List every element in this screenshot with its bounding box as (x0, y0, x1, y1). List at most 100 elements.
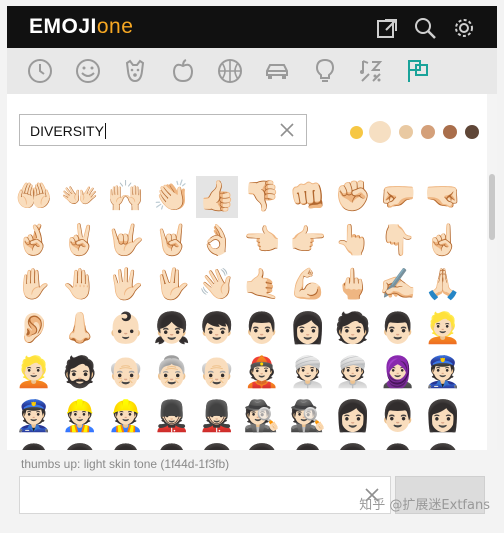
emoji-cell[interactable]: 👲🏻 (241, 352, 283, 394)
emoji-cell[interactable]: 👩🏻 (241, 440, 283, 451)
emoji-cell[interactable]: 🤘🏻 (151, 220, 193, 262)
emoji-cell[interactable]: 👴🏻 (105, 352, 147, 394)
emoji-cell[interactable]: 👱🏻 (422, 308, 464, 350)
emoji-cell[interactable]: 🤟🏻 (105, 220, 147, 262)
emoji-cell[interactable]: 👋🏻 (196, 264, 238, 306)
emoji-cell[interactable]: ✊🏻 (332, 176, 374, 218)
emoji-cell[interactable]: 👉🏻 (287, 220, 329, 262)
emoji-cell[interactable]: 👨🏻 (377, 396, 419, 438)
emoji-cell[interactable]: 🕵🏻 (241, 396, 283, 438)
emoji-cell[interactable]: 🧔🏻 (59, 352, 101, 394)
emoji-cell[interactable]: ✋🏻 (13, 264, 55, 306)
output-field[interactable] (19, 476, 391, 514)
smiley-icon[interactable] (74, 57, 102, 85)
header-bar: EMOJIone (7, 6, 497, 48)
emoji-cell[interactable]: 👨🏻 (287, 440, 329, 451)
emoji-cell[interactable]: 🤞🏻 (13, 220, 55, 262)
emoji-cell[interactable]: ✍🏻 (377, 264, 419, 306)
emoji-cell[interactable]: 🙏🏻 (422, 264, 464, 306)
emoji-cell[interactable]: 👊🏻 (287, 176, 329, 218)
emoji-cell[interactable]: 👌🏻 (196, 220, 238, 262)
emoji-cell[interactable]: 👩🏻 (332, 396, 374, 438)
emoji-cell[interactable]: 👇🏻 (377, 220, 419, 262)
emoji-cell[interactable]: 🤙🏻 (241, 264, 283, 306)
emoji-cell[interactable]: ✌🏻 (59, 220, 101, 262)
search-icon[interactable] (413, 16, 437, 40)
emoji-cell[interactable]: 👩🏻 (287, 308, 329, 350)
text-caret (104, 123, 106, 139)
emoji-panel: DIVERSITY 🤲🏻 👐🏻 🙌🏻 👏🏻 👍🏻 👎🏻 👊🏻 ✊🏻 🤛🏻 🤜🏻 🤞🏻 ✌🏻 🤟🏻 🤘🏻 👌🏻… (7, 94, 497, 450)
emoji-cell[interactable]: 👂🏻 (13, 308, 55, 350)
gear-icon[interactable] (452, 16, 476, 40)
logo-accent: one (96, 15, 134, 38)
emoji-cell[interactable]: 👷🏻 (105, 396, 147, 438)
basketball-icon[interactable] (216, 57, 244, 85)
emoji-cell[interactable]: 🧑🏻 (332, 308, 374, 350)
footer: thumbs up: light skin tone (1f44d-1f3fb) (7, 450, 497, 526)
emoji-cell[interactable]: 👷🏻 (59, 396, 101, 438)
emoji-cell[interactable]: 👨🏻 (105, 440, 147, 451)
emoji-cell[interactable]: 👍🏻 (196, 176, 238, 218)
emoji-cell[interactable]: 🤲🏻 (13, 176, 55, 218)
emoji-cell[interactable]: 💂🏻 (196, 396, 238, 438)
emoji-cell[interactable]: 👐🏻 (59, 176, 101, 218)
emoji-cell[interactable]: 👩🏻 (59, 440, 101, 451)
emoji-cell[interactable]: ☝🏻 (422, 220, 464, 262)
emoji-cell[interactable]: 🖕🏻 (332, 264, 374, 306)
clear-search-icon[interactable] (278, 121, 296, 139)
emoji-cell[interactable]: 👩🏻 (196, 440, 238, 451)
emoji-cell[interactable]: 👨🏻 (151, 440, 193, 451)
emoji-cell[interactable]: 💪🏻 (287, 264, 329, 306)
lightbulb-icon[interactable] (311, 57, 339, 85)
skin-tone-3[interactable] (421, 125, 435, 139)
scrollbar[interactable] (487, 94, 497, 450)
emoji-cell[interactable]: 👳🏻 (332, 352, 374, 394)
emoji-cell[interactable]: 👴🏻 (196, 352, 238, 394)
emoji-cell[interactable]: 👨🏻 (377, 440, 419, 451)
emoji-cell[interactable]: 👩🏻 (422, 396, 464, 438)
scrollbar-thumb[interactable] (489, 174, 495, 240)
apple-icon[interactable] (169, 57, 197, 85)
emoji-cell[interactable]: 👧🏻 (151, 308, 193, 350)
category-bar (7, 48, 497, 94)
emoji-cell[interactable]: 🖐🏻 (105, 264, 147, 306)
emoji-cell[interactable]: 👃🏻 (59, 308, 101, 350)
skin-tone-2[interactable] (399, 125, 413, 139)
emoji-cell[interactable]: 🙌🏻 (105, 176, 147, 218)
emoji-cell[interactable]: 👈🏻 (241, 220, 283, 262)
emoji-cell[interactable]: 👏🏻 (151, 176, 193, 218)
emoji-cell[interactable]: 🤛🏻 (377, 176, 419, 218)
car-icon[interactable] (263, 57, 291, 85)
emoji-cell[interactable]: 💂🏻 (151, 396, 193, 438)
emoji-cell[interactable]: 👮🏻 (13, 396, 55, 438)
skin-tone-1[interactable] (369, 121, 391, 143)
search-input[interactable]: DIVERSITY (19, 114, 307, 146)
skin-tone-5[interactable] (465, 125, 479, 139)
emoji-cell[interactable]: 🕵🏻 (287, 396, 329, 438)
emoji-cell[interactable]: 👶🏻 (105, 308, 147, 350)
status-text: thumbs up: light skin tone (1f44d-1f3fb) (21, 457, 230, 471)
emoji-cell[interactable]: 🤜🏻 (422, 176, 464, 218)
emoji-cell[interactable]: 👆🏻 (332, 220, 374, 262)
emoji-cell[interactable]: 👦🏻 (196, 308, 238, 350)
emoji-cell[interactable]: 👳🏻 (287, 352, 329, 394)
emoji-cell[interactable]: 👱🏻 (13, 352, 55, 394)
emoji-cell[interactable]: 👎🏻 (241, 176, 283, 218)
emoji-cell[interactable]: 🤚🏻 (59, 264, 101, 306)
popout-icon[interactable] (375, 16, 399, 40)
emoji-cell[interactable]: 👩🏻 (422, 440, 464, 451)
emoji-cell[interactable]: 🧕🏻 (377, 352, 419, 394)
emoji-cell[interactable]: 👨🏻 (241, 308, 283, 350)
emoji-cell[interactable]: 👵🏻 (151, 352, 193, 394)
emoji-cell[interactable]: 👨🏻 (13, 440, 55, 451)
emoji-cell[interactable]: 🖖🏻 (151, 264, 193, 306)
symbols-icon[interactable] (357, 57, 385, 85)
emoji-cell[interactable]: 👨🏻 (377, 308, 419, 350)
emoji-cell[interactable]: 👮🏻 (422, 352, 464, 394)
skin-tone-4[interactable] (443, 125, 457, 139)
skin-tone-0[interactable] (350, 125, 363, 139)
flags-icon[interactable] (404, 57, 432, 85)
emoji-cell[interactable]: 👩🏻 (332, 440, 374, 451)
clock-icon[interactable] (26, 57, 54, 85)
dog-icon[interactable] (121, 57, 149, 85)
